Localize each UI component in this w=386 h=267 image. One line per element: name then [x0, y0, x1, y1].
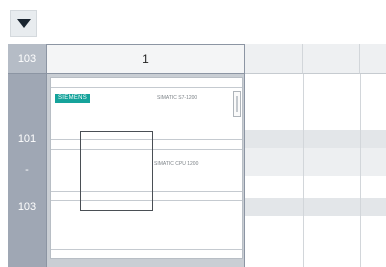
row-header-top: 103 [8, 44, 46, 74]
column-header-3[interactable] [303, 44, 360, 74]
column-header-2[interactable] [245, 44, 303, 74]
column-header-1[interactable]: 1 [46, 44, 245, 74]
empty-slot-band [245, 130, 386, 148]
grid-line [360, 74, 361, 267]
row-header-103: 103 [17, 201, 37, 213]
triangle-down-icon [16, 19, 31, 28]
grid-line [303, 74, 304, 267]
row-header-101: 101 [17, 133, 37, 145]
plc-module[interactable]: SIEMENS SIMATIC S7-1200 SIMATIC CPU 1200 [50, 77, 243, 259]
empty-slot-band [245, 148, 386, 176]
row-header-separator: - [25, 164, 29, 176]
connector-icon [233, 91, 241, 117]
collapse-dropdown-button[interactable] [10, 10, 37, 37]
module-divider [51, 249, 242, 250]
siemens-logo: SIEMENS [55, 94, 91, 103]
connector-slot [236, 96, 238, 112]
selection-rectangle[interactable] [80, 131, 153, 211]
empty-slot-band [245, 198, 386, 216]
module-model-label: SIMATIC S7-1200 [157, 95, 198, 101]
device-rack: 103 101 - 103 1 SIEMENS SIMATIC S7-1200 … [8, 44, 386, 267]
module-divider [51, 87, 242, 88]
column-header-4[interactable] [360, 44, 386, 74]
row-header-column: 103 101 - 103 [8, 44, 46, 267]
module-secondary-label: SIMATIC CPU 1200 [154, 161, 199, 167]
